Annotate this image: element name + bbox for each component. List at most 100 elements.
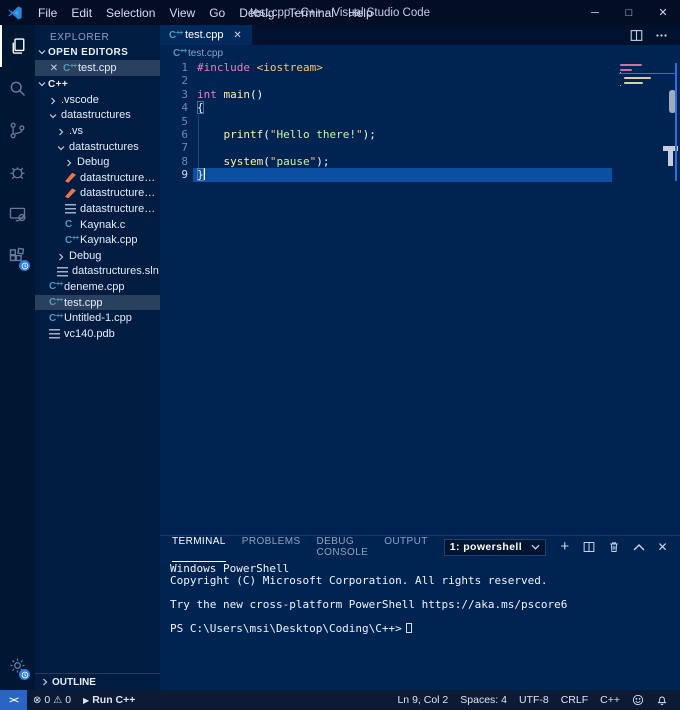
tab-test-cpp[interactable]: C ++ test.cpp ✕ <box>160 25 252 45</box>
new-terminal-icon[interactable]: + <box>560 539 569 554</box>
minimap-line <box>620 71 622 74</box>
cpp-file-icon: C ++ <box>63 62 77 74</box>
search-icon[interactable] <box>0 67 35 109</box>
tree-item-untitled-1-cpp[interactable]: C ++ Untitled-1.cpp <box>35 310 160 326</box>
code-token: system <box>223 154 264 168</box>
tree-item-label: Debug <box>69 249 102 262</box>
cpp-file-icon: C ++ <box>49 281 63 293</box>
terminal-output[interactable]: Windows PowerShell Copyright (C) Microsof… <box>160 558 680 690</box>
terminal-cursor <box>405 623 412 633</box>
code-line-8[interactable]: 8 system("pause"); <box>160 155 680 168</box>
explorer-icon[interactable] <box>0 25 35 67</box>
statusbar-right: Ln 9, Col 2 Spaces: 4 UTF-8 CRLF C++ <box>391 690 680 710</box>
split-terminal-icon[interactable] <box>583 541 595 553</box>
code-line-4[interactable]: 4{ <box>160 101 680 115</box>
run-task-button[interactable]: ▶ Run C++ <box>77 690 141 710</box>
tree-item-datastructures-vcxp-[interactable]: datastructures.vcxp... <box>35 186 160 202</box>
code-editor[interactable]: 1 #include <iostream> 2 3 int main() 4{5 6 pri… <box>160 61 680 535</box>
minimap-line <box>620 84 622 87</box>
status-spaces-4[interactable]: Spaces: 4 <box>454 690 513 710</box>
menu-go[interactable]: Go <box>202 0 232 25</box>
chevron-right-icon <box>65 158 73 167</box>
open-editor-label: test.cpp <box>78 62 117 74</box>
tree-item-kaynak-cpp[interactable]: C ++ Kaynak.cpp <box>35 232 160 248</box>
minimize-button[interactable]: ─ <box>578 0 612 25</box>
code-line-1[interactable]: 1 #include <iostream> <box>160 61 680 74</box>
window-controls: ─ □ ✕ <box>578 0 680 25</box>
feedback-smiley-icon[interactable] <box>626 690 650 710</box>
explorer-sidebar: EXPLORER OPEN EDITORS ✕ C ++ test.cpp C++ .… <box>35 25 160 690</box>
source-control-icon[interactable] <box>0 109 35 151</box>
remote-monitor-icon[interactable] <box>0 193 35 235</box>
tree-item-datastructures-sln[interactable]: datastructures.sln <box>35 264 160 280</box>
warning-icon: ⚠ <box>53 694 63 706</box>
terminal-select[interactable]: 1: powershell <box>443 538 547 556</box>
code-token: ); <box>316 154 330 168</box>
text-cursor <box>203 168 206 181</box>
breadcrumb[interactable]: C ++ test.cpp <box>160 45 680 61</box>
vscode-logo-icon <box>8 5 22 20</box>
code-line-3[interactable]: 3 int main() <box>160 88 680 101</box>
maximize-panel-icon[interactable] <box>633 541 645 553</box>
tree-item-datastructures[interactable]: datastructures <box>35 108 160 124</box>
chevron-down-icon <box>49 111 57 119</box>
tree-item-datastructures-vcxp-[interactable]: datastructures.vcxp... <box>35 201 160 217</box>
status-ln-9-col-2[interactable]: Ln 9, Col 2 <box>391 690 454 710</box>
split-editor-icon[interactable] <box>630 29 643 42</box>
chevron-down-icon <box>531 544 540 550</box>
tree-item-label: test.cpp <box>64 296 103 309</box>
code-line-2[interactable]: 2 <box>160 74 680 87</box>
notifications-bell-icon[interactable] <box>650 690 674 710</box>
close-editor-icon[interactable]: ✕ <box>49 63 59 74</box>
menu-edit[interactable]: Edit <box>64 0 99 25</box>
minimap[interactable] <box>615 61 677 535</box>
remote-indicator[interactable]: >< <box>0 690 27 710</box>
code-line-9[interactable]: 9} <box>160 168 680 182</box>
menu-selection[interactable]: Selection <box>99 0 162 25</box>
tree-item-datastructures-vcxp-[interactable]: datastructures.vcxp... <box>35 170 160 186</box>
problems-status[interactable]: ⊗ 0 ⚠ 0 <box>27 690 77 710</box>
outline-section-header[interactable]: OUTLINE <box>35 673 160 690</box>
tree-item-deneme-cpp[interactable]: C ++ deneme.cpp <box>35 279 160 295</box>
code-line-6[interactable]: 6 printf("Hello there!"); <box>160 128 680 141</box>
terminal-line: Try the new cross-platform PowerShell ht… <box>170 598 568 611</box>
tree-item-kaynak-c[interactable]: C Kaynak.c <box>35 217 160 233</box>
menu-view[interactable]: View <box>162 0 202 25</box>
tree-item-debug[interactable]: Debug <box>35 248 160 264</box>
status-c-[interactable]: C++ <box>594 690 626 710</box>
code-token: int <box>197 87 217 101</box>
manage-icon[interactable] <box>0 644 35 686</box>
code-token: ( <box>263 127 270 141</box>
close-panel-icon[interactable]: ✕ <box>658 540 668 554</box>
maximize-button[interactable]: □ <box>612 0 646 25</box>
tree-item-debug[interactable]: Debug <box>35 154 160 170</box>
close-button[interactable]: ✕ <box>646 0 680 25</box>
update-badge <box>19 260 30 271</box>
overview-ruler-line <box>675 63 677 181</box>
status-utf-8[interactable]: UTF-8 <box>513 690 555 710</box>
debug-icon[interactable] <box>0 151 35 193</box>
menu-file[interactable]: File <box>31 0 64 25</box>
extensions-icon[interactable] <box>0 235 35 277</box>
tree-item-test-cpp[interactable]: C ++ test.cpp <box>35 294 160 311</box>
code-line-5[interactable]: 5 <box>160 115 680 128</box>
more-actions-icon[interactable] <box>655 29 668 42</box>
tree-item--vs[interactable]: .vs <box>35 123 160 139</box>
kill-terminal-trash-icon[interactable] <box>608 541 620 553</box>
open-editor-item[interactable]: ✕ C ++ test.cpp <box>35 60 160 76</box>
code-line-7[interactable]: 7 <box>160 141 680 154</box>
panel-header: TERMINAL PROBLEMS DEBUG CONSOLE OUTPUT 1: p… <box>160 536 680 562</box>
tree-item-label: datastructures.vcxp... <box>80 202 160 215</box>
workspace-folder-header[interactable]: C++ <box>35 76 160 92</box>
tab-close-icon[interactable]: ✕ <box>233 30 243 41</box>
tree-item-label: vc140.pdb <box>64 327 115 340</box>
tree-item-vc140-pdb[interactable]: vc140.pdb <box>35 326 160 342</box>
status-crlf[interactable]: CRLF <box>555 690 594 710</box>
terminal-panel: TERMINAL PROBLEMS DEBUG CONSOLE OUTPUT 1: p… <box>160 535 680 690</box>
tree-item-label: .vs <box>69 124 84 137</box>
open-editors-header[interactable]: OPEN EDITORS <box>35 44 160 60</box>
chevron-right-icon <box>41 678 49 686</box>
tree-item-datastructures[interactable]: datastructures <box>35 139 160 155</box>
tree-item--vscode[interactable]: .vscode <box>35 92 160 108</box>
